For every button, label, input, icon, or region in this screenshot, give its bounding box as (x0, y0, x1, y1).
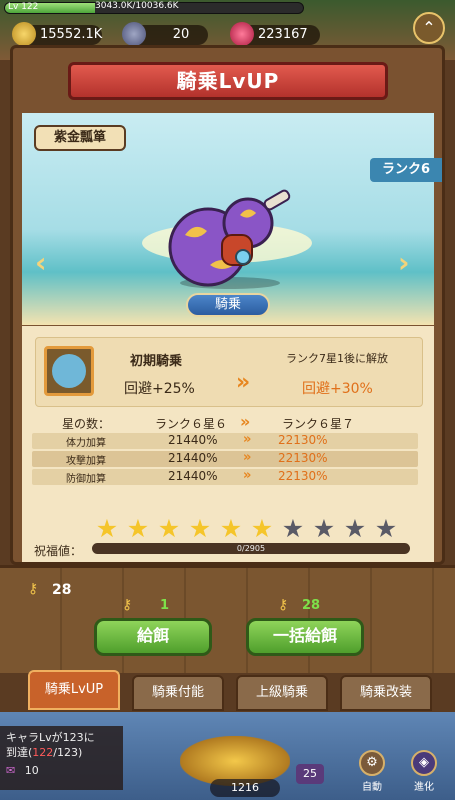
chevron-up-icon: ⌃ (422, 18, 436, 37)
gourd-mount-image (168, 189, 291, 289)
key-icon: ⚷ (28, 581, 39, 597)
notice-suffix: /123) (53, 746, 83, 759)
stat-name: 体力加算 (66, 438, 106, 449)
prev-arrow-icon[interactable]: ‹ (35, 247, 57, 279)
star-empty-icon: ★ (312, 514, 336, 543)
skill-current-label: 初期騎乗 (130, 354, 183, 369)
star-empty-icon: ★ (374, 514, 398, 543)
evolve-label: 進化 (414, 782, 434, 793)
stat-chevron-icon: » (243, 432, 252, 447)
stars-next: ランク６星７ (282, 417, 355, 431)
page-title: 騎乗LvUP (68, 62, 388, 100)
tab-mount-levelup[interactable]: 騎乗LvUP (28, 670, 120, 710)
player-level: Lv 122 (8, 2, 39, 12)
star-filled-icon: ★ (126, 514, 150, 543)
stars-label: 星の数： (62, 417, 111, 431)
stars-chevron-icon: » (240, 412, 251, 431)
lamp-count: 1216 (210, 779, 280, 797)
skill-unlock-label: ランク7星1後に解放 (286, 352, 388, 365)
level-notice[interactable]: キャラLvが123に 到達(122/123) ✉ 10 (0, 726, 123, 790)
rank-badge: ランク6 (370, 158, 442, 182)
blessing-label: 祝福値： (34, 544, 83, 558)
star-filled-icon: ★ (95, 514, 119, 543)
stat-name: 攻撃加算 (66, 456, 106, 467)
rider-portrait-icon (52, 354, 86, 388)
stat-chevron-icon: » (243, 468, 252, 483)
auto-button[interactable]: ⚙ 自動 (352, 750, 392, 796)
tab-mount-remodel[interactable]: 騎乗改装 (340, 675, 432, 711)
stat-name: 防御加算 (66, 474, 106, 485)
notice-prefix: 到達( (6, 746, 33, 759)
star-empty-icon: ★ (343, 514, 367, 543)
skill-icon[interactable] (44, 346, 94, 396)
evolve-button[interactable]: ◈ 進化 (404, 750, 444, 796)
gold-amount: 15552.1K (40, 27, 103, 42)
skill-next-value: 回避+30% (302, 381, 373, 397)
star-filled-icon: ★ (250, 514, 274, 543)
ruby-gem-icon (230, 22, 254, 46)
star-filled-icon: ★ (219, 514, 243, 543)
gold-counter[interactable]: 15552.1K (12, 22, 103, 46)
star-filled-icon: ★ (157, 514, 181, 543)
key-icon: ⚷ (122, 597, 133, 613)
notice-current-level: 122 (32, 746, 54, 759)
collapse-up-button[interactable]: ⌃ (413, 12, 445, 44)
stat-next: 22130% (278, 469, 328, 483)
tab-mount-ability[interactable]: 騎乗付能 (132, 675, 224, 711)
exp-text: 3043.0K/10036.6K (95, 1, 179, 11)
key-icon: ⚷ (278, 597, 289, 613)
gear-icon: ⚙ (359, 750, 385, 776)
mount-name: 紫金瓢箪 (34, 125, 126, 151)
bulk-feed-button[interactable]: 一括給餌 (246, 618, 364, 656)
crystal-icon (122, 22, 146, 46)
level-badge: 25 (296, 764, 324, 784)
blessing-bar: 0/2905 (92, 543, 410, 554)
next-arrow-icon[interactable]: › (398, 247, 420, 279)
crystal-counter[interactable]: 20 (122, 22, 208, 46)
stat-next: 22130% (278, 433, 328, 447)
blessing-value: 0/2905 (236, 544, 266, 553)
ticket-count: 10 (24, 764, 39, 777)
stat-current: 21440% (168, 469, 218, 483)
stat-chevron-icon: » (243, 450, 252, 465)
notice-line1: キャラLvが123に (6, 731, 95, 744)
gem-counter[interactable]: 223167 (230, 22, 320, 46)
skill-current-value: 回避+25% (124, 381, 195, 397)
tab-advanced-mount[interactable]: 上級騎乗 (236, 675, 328, 711)
ride-button[interactable]: 騎乗 (186, 293, 270, 317)
gold-coin-icon (12, 22, 36, 46)
upgrade-chevron-icon: » (236, 370, 251, 395)
auto-label: 自動 (362, 782, 382, 793)
star-empty-icon: ★ (281, 514, 305, 543)
stat-current: 21440% (168, 451, 218, 465)
crystal-amount: 20 (172, 27, 190, 42)
stat-current: 21440% (168, 433, 218, 447)
owned-keys: 28 (52, 582, 72, 598)
feed-cost: 1 (160, 598, 170, 613)
bulk-feed-cost: 28 (302, 598, 321, 613)
feed-button[interactable]: 給餌 (94, 618, 212, 656)
stars-current: ランク６星６ (155, 417, 228, 431)
evolve-icon: ◈ (411, 750, 437, 776)
ticket-icon: ✉ (6, 764, 16, 777)
star-filled-icon: ★ (188, 514, 212, 543)
stat-next: 22130% (278, 451, 328, 465)
gem-amount: 223167 (258, 27, 308, 42)
